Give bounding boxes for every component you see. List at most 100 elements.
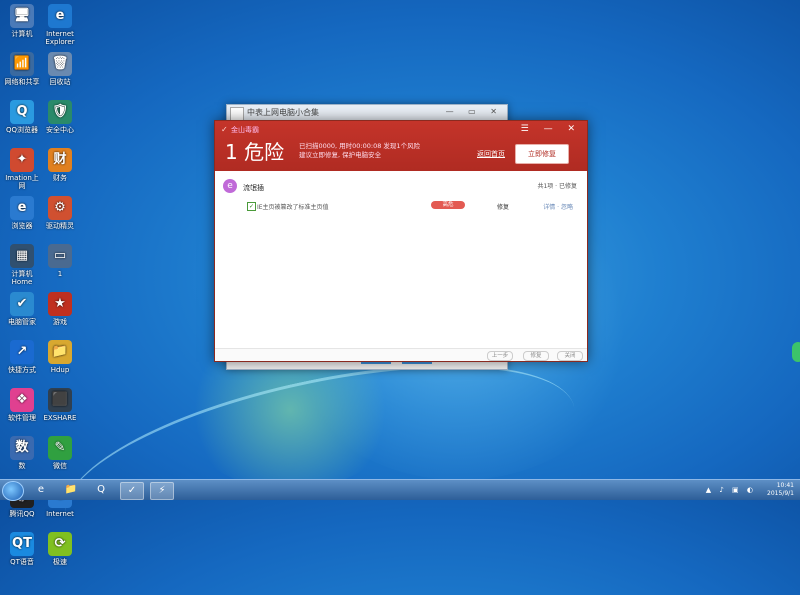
group-name: 流氓插 — [243, 184, 264, 192]
desktop-icon[interactable]: QT QT语音 — [2, 532, 42, 566]
desktop-icon-label: 游戏 — [53, 318, 67, 326]
app-icon: ▦ — [10, 244, 34, 268]
desktop-icon-label: 浏览器 — [11, 222, 33, 230]
app-icon: ↗ — [10, 340, 34, 364]
desktop-icon[interactable]: 📁 Hdup — [40, 340, 80, 374]
app-icon: ✦ — [10, 148, 34, 172]
risk-summary: 1 危险 — [225, 141, 284, 163]
desktop-icon-label: 电脑管家 — [8, 318, 36, 326]
desktop-icon-label: 腾讯QQ — [9, 510, 35, 518]
desktop-icon-label: 1 — [57, 270, 63, 278]
app-icon: 财 — [48, 148, 72, 172]
group-row[interactable]: e 流氓插 共1项 · 已修复 — [223, 179, 577, 195]
desktop-icon[interactable]: ⟳ 极速 — [40, 532, 80, 566]
list-item[interactable]: ✓ IE主页被篡改了标准主页值 高危 修复 详情 · 忽略 — [247, 201, 573, 213]
desktop-icon[interactable]: ★ 游戏 — [40, 292, 80, 326]
subtitle-line: 已扫描0000, 用时00:00:08 发现1个风险 — [299, 142, 421, 150]
desktop-icon-label: 极速 — [53, 558, 67, 566]
desktop-icon[interactable]: 财财务 — [40, 148, 80, 182]
start-button[interactable] — [2, 481, 24, 501]
desktop-icon[interactable]: 🖥 计算机 — [2, 4, 42, 38]
item-checkbox[interactable]: ✓ — [247, 202, 256, 211]
app-icon: 🖥 — [10, 4, 34, 28]
desktop-icon[interactable]: 数数 — [2, 436, 42, 470]
desktop-icon[interactable]: ❖ 软件管理 — [2, 388, 42, 422]
desktop-icon[interactable]: e Internet Explorer — [40, 4, 80, 46]
app-icon: QT — [10, 532, 34, 556]
app-icon: ✔ — [10, 292, 34, 316]
ie-icon: e — [223, 179, 237, 193]
desktop-icon-label: 驱动精灵 — [46, 222, 74, 230]
footer-close-button[interactable]: 关闭 — [557, 351, 583, 361]
desktop-icon[interactable]: ▭ 1 — [40, 244, 80, 278]
taskbar-app-icon[interactable]: Q — [90, 482, 112, 498]
desktop-icon[interactable]: ⚙ 驱动精灵 — [40, 196, 80, 230]
desktop-icon[interactable]: e 浏览器 — [2, 196, 42, 230]
group-status: 共1项 · 已修复 — [537, 183, 577, 190]
desktop-icon-label: 微信 — [53, 462, 67, 470]
background-window-title: 中表上网电脑小合集 — [247, 108, 319, 117]
scan-result-window[interactable]: ✓ 金山毒霸 ☰ — ✕ 1 危险 已扫描0000, 用时00:00:08 发现… — [214, 120, 588, 362]
desktop-icon[interactable]: 📶 网络和共享 — [2, 52, 42, 86]
taskbar: e 📁 Q ✓ ⚡ ▲ ♪ ▣ ◐ 10:41 2015/9/1 — [0, 479, 800, 501]
risk-badge: 高危 — [431, 201, 465, 209]
app-icon: Q — [10, 100, 34, 124]
desktop-icon-label: 回收站 — [49, 78, 71, 86]
desktop-icon-label: Internet Explorer — [45, 30, 75, 46]
desktop-icon-label: 计算机Home — [11, 270, 33, 286]
shield-logo-icon: ✓ — [221, 125, 228, 134]
result-header: ✓ 金山毒霸 ☰ — ✕ 1 危险 已扫描0000, 用时00:00:08 发现… — [215, 121, 587, 171]
return-home-link[interactable]: 返回首页 — [477, 149, 505, 159]
taskbar-app-icon[interactable]: 📁 — [60, 482, 82, 498]
desktop-icon-label: 软件管理 — [8, 414, 36, 422]
item-fix-action[interactable]: 修复 — [497, 202, 509, 211]
footer-back-button[interactable]: 上一步 — [487, 351, 513, 361]
desktop-icon[interactable]: 🗑 回收站 — [40, 52, 80, 86]
taskbar-app-icon[interactable]: ✓ — [120, 482, 144, 500]
desktop-icon-label: 计算机 — [11, 30, 33, 38]
desktop-icon[interactable]: ↗ 快捷方式 — [2, 340, 42, 374]
desktop-icon-label: 财务 — [53, 174, 67, 182]
risk-count: 1 — [225, 140, 238, 164]
desktop-icon[interactable]: 🛡 安全中心 — [40, 100, 80, 134]
item-links[interactable]: 详情 · 忽略 — [543, 202, 573, 211]
subtitle-line: 建议立即修复, 保护电脑安全 — [299, 151, 382, 159]
window-controls[interactable]: ☰ — ✕ — [521, 124, 581, 134]
desktop-icon-label: 数 — [18, 462, 26, 470]
desktop-icon[interactable]: ▦ 计算机Home — [2, 244, 42, 286]
app-icon: 📶 — [10, 52, 34, 76]
scan-subtitle: 已扫描0000, 用时00:00:08 发现1个风险 建议立即修复, 保护电脑安… — [299, 142, 420, 160]
taskbar-app-icon[interactable]: ⚡ — [150, 482, 174, 500]
app-logo-icon — [230, 107, 244, 121]
desktop-icon-label: Internet — [46, 510, 74, 518]
desktop-icon[interactable]: ✎ 微信 — [40, 436, 80, 470]
desktop-icon[interactable]: Q QQ浏览器 — [2, 100, 42, 134]
tray-icons[interactable]: ▲ ♪ ▣ ◐ — [706, 486, 756, 494]
desktop-icon-label: Hdup — [50, 366, 70, 374]
window-controls[interactable]: — ▭ ✕ — [446, 107, 503, 116]
desktop-icon[interactable]: ✦ Imation上网 — [2, 148, 42, 190]
app-icon: ★ — [48, 292, 72, 316]
app-icon: 🛡 — [48, 100, 72, 124]
result-list: e 流氓插 共1项 · 已修复 ✓ IE主页被篡改了标准主页值 高危 修复 详情… — [215, 171, 587, 347]
app-title: 金山毒霸 — [231, 126, 259, 134]
desktop-icon[interactable]: ✔ 电脑管家 — [2, 292, 42, 326]
clock-date: 2015/9/1 — [767, 490, 794, 497]
clock[interactable]: 10:41 2015/9/1 — [767, 482, 794, 498]
desktop-icon[interactable]: ⬛ EXSHARE — [40, 388, 80, 422]
desktop-icon-label: Imation上网 — [5, 174, 39, 190]
floating-widget-icon[interactable] — [792, 342, 800, 362]
desktop-icon-label: EXSHARE — [43, 414, 77, 422]
app-icon: 🗑 — [48, 52, 72, 76]
desktop-icon-label: QQ浏览器 — [5, 126, 39, 134]
fix-now-button[interactable]: 立即修复 — [515, 144, 569, 164]
app-icon: ❖ — [10, 388, 34, 412]
app-icon: ⚙ — [48, 196, 72, 220]
app-icon: e — [48, 4, 72, 28]
footer-fix-button[interactable]: 修复 — [523, 351, 549, 361]
app-icon: ⟳ — [48, 532, 72, 556]
taskbar-app-icon[interactable]: e — [30, 482, 52, 498]
app-icon: e — [10, 196, 34, 220]
desktop-icon-label: QT语音 — [10, 558, 34, 566]
desktop-icon-label: 快捷方式 — [8, 366, 36, 374]
